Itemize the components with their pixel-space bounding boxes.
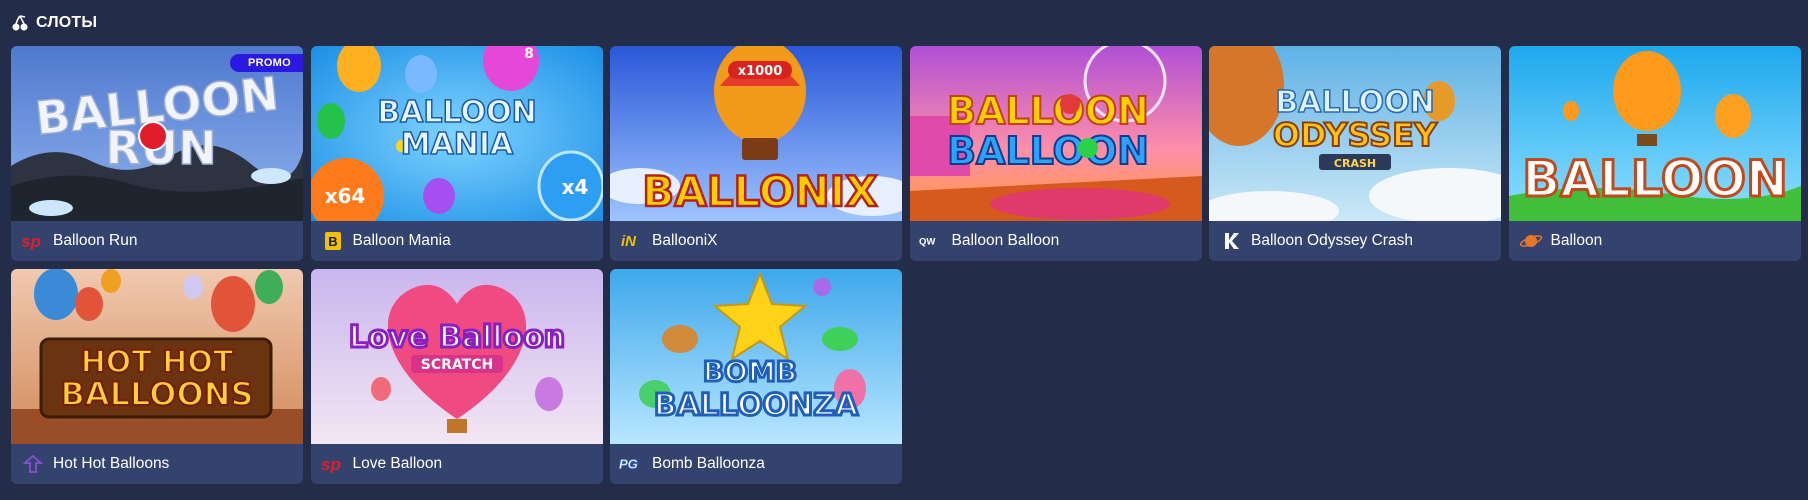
svg-text:sp: sp: [21, 232, 41, 250]
cherries-icon: [12, 15, 28, 31]
game-card-balloon[interactable]: BALLOON Balloon: [1508, 46, 1801, 261]
game-thumbnail[interactable]: BALLOON ODYSSEY CRASH: [1209, 46, 1501, 221]
svg-text:BALLOON: BALLOON: [1522, 150, 1788, 208]
svg-text:BALLOONS: BALLOONS: [60, 375, 253, 413]
provider-b-icon: B: [320, 230, 346, 252]
game-info: QW Balloon Balloon: [910, 221, 1202, 261]
game-info: Balloon: [1509, 221, 1801, 261]
svg-text:CRASH: CRASH: [1334, 157, 1376, 170]
game-card-balloon-balloon[interactable]: BALLOON BALLOON QW Balloon Balloon: [909, 46, 1202, 261]
svg-text:BALLOON: BALLOON: [377, 95, 536, 130]
game-info: sp Love Balloon: [311, 444, 603, 484]
game-name[interactable]: Balloon Mania: [353, 232, 451, 250]
game-card-bomb-balloonza[interactable]: BOMB BALLOONZA PG Bomb Balloonza: [610, 269, 902, 484]
game-info: iN BallooniX: [610, 221, 902, 261]
game-card-balloon-run[interactable]: BALLOON RUN PROMO sp Balloon Run: [11, 46, 303, 261]
svg-text:B: B: [328, 234, 337, 249]
promo-badge: PROMO: [229, 54, 303, 72]
game-name[interactable]: Balloon: [1551, 232, 1603, 250]
provider-planet-icon: [1518, 230, 1544, 252]
game-name[interactable]: Balloon Odyssey Crash: [1251, 232, 1413, 250]
game-card-hot-hot-balloons[interactable]: HOT HOT BALLOONS Hot Hot Balloons: [11, 269, 303, 484]
game-thumbnail[interactable]: HOT HOT BALLOONS: [11, 269, 303, 444]
svg-text:8: 8: [524, 46, 534, 62]
section-header: СЛОТЫ: [11, 11, 97, 35]
game-info: sp Balloon Run: [11, 221, 303, 261]
svg-text:MANIA: MANIA: [400, 127, 513, 162]
provider-sp-icon: sp: [320, 453, 346, 475]
game-card-balloon-mania[interactable]: BALLOON MANIA x64 x4 8 B Balloon Mania: [310, 46, 603, 261]
game-thumbnail[interactable]: x1000 BALLONIX: [610, 46, 902, 221]
svg-text:x1000: x1000: [738, 64, 783, 79]
provider-pg-icon: PG: [619, 453, 645, 475]
games-grid: BALLOON RUN PROMO sp Balloon Run: [11, 46, 1801, 484]
svg-text:QW: QW: [919, 236, 935, 247]
provider-k-icon: [1218, 230, 1244, 252]
game-name[interactable]: Love Balloon: [353, 455, 443, 473]
svg-text:BALLONIX: BALLONIX: [642, 167, 877, 216]
game-info: PG Bomb Balloonza: [610, 444, 902, 484]
game-info: Hot Hot Balloons: [11, 444, 303, 484]
game-card-love-balloon[interactable]: Love Balloon SCRATCH sp Love Balloon: [310, 269, 603, 484]
game-name[interactable]: BallooniX: [652, 232, 718, 250]
game-info: B Balloon Mania: [311, 221, 603, 261]
provider-sp-icon: sp: [20, 230, 46, 252]
svg-text:PG: PG: [619, 456, 638, 471]
game-name[interactable]: Balloon Run: [53, 232, 137, 250]
provider-qw-icon: QW: [919, 230, 945, 252]
game-name[interactable]: Hot Hot Balloons: [53, 455, 169, 473]
game-card-balloon-odyssey-crash[interactable]: BALLOON ODYSSEY CRASH Balloon Odyssey Cr…: [1209, 46, 1501, 261]
svg-text:BALLOON: BALLOON: [947, 129, 1149, 173]
provider-in-icon: iN: [619, 230, 645, 252]
game-info: Balloon Odyssey Crash: [1209, 221, 1501, 261]
game-card-ballonix[interactable]: x1000 BALLONIX iN BallooniX: [610, 46, 902, 261]
game-name[interactable]: Balloon Balloon: [952, 232, 1060, 250]
svg-text:x64: x64: [324, 184, 365, 208]
game-thumbnail[interactable]: BALLOON BALLOON: [909, 46, 1202, 221]
provider-tree-icon: [20, 453, 46, 475]
game-name[interactable]: Bomb Balloonza: [652, 455, 765, 473]
svg-text:Love Balloon: Love Balloon: [348, 320, 564, 355]
svg-text:x4: x4: [561, 175, 588, 199]
section-title: СЛОТЫ: [36, 14, 98, 31]
svg-text:SCRATCH: SCRATCH: [420, 357, 492, 373]
game-thumbnail[interactable]: BALLOON RUN: [11, 46, 303, 221]
svg-text:ODYSSEY: ODYSSEY: [1273, 116, 1438, 154]
svg-text:iN: iN: [621, 233, 637, 250]
game-thumbnail[interactable]: BOMB BALLOONZA: [610, 269, 902, 444]
svg-text:BOMB: BOMB: [703, 355, 797, 388]
game-thumbnail[interactable]: BALLOON: [1508, 46, 1801, 221]
svg-text:BALLOON: BALLOON: [947, 89, 1149, 133]
svg-text:BALLOONZA: BALLOONZA: [654, 388, 859, 423]
svg-text:sp: sp: [321, 455, 341, 473]
game-thumbnail[interactable]: BALLOON MANIA x64 x4 8: [310, 46, 603, 221]
game-thumbnail[interactable]: Love Balloon SCRATCH: [310, 269, 603, 444]
svg-text:BALLOON: BALLOON: [1275, 85, 1434, 120]
